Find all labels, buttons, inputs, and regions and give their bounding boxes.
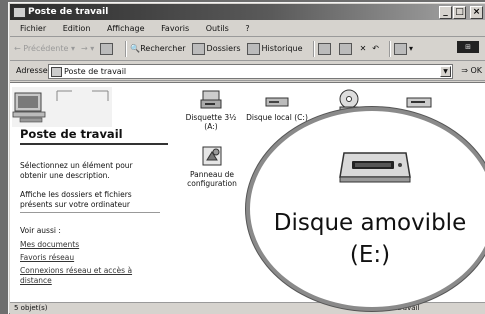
chevron-down-icon: ▾ [68,44,75,53]
link-my-documents[interactable]: Mes documents [20,240,160,250]
link-network-places[interactable]: Favoris réseau [20,253,160,263]
views-button[interactable]: ▾ [393,38,413,60]
see-also-heading: Voir aussi : [20,226,61,235]
toolbar-separator [388,41,390,57]
menu-affichage[interactable]: Affichage [107,24,145,33]
computer-icon [51,67,62,77]
status-object-count: 5 objet(s) [14,304,48,312]
info-description: Affiche les dossiers et fichiers présent… [20,190,160,213]
hard-disk-icon [265,97,289,107]
my-computer-icon [12,87,112,127]
search-button[interactable]: 🔍 Rechercher [130,38,185,60]
undo-button[interactable]: ↶ [372,38,379,60]
removable-drive-icon [406,97,432,108]
menu-help[interactable]: ? [245,24,249,33]
removable-disk-letter: (E:) [349,242,391,268]
window-controls: _ □ × [439,6,483,19]
copy-to-icon [338,43,352,55]
minimize-button[interactable]: _ [439,6,452,19]
magnified-label: Disque amovible (E:) [250,207,485,271]
history-label: Historique [261,44,303,53]
history-button[interactable]: Historique [246,38,303,60]
pane-title: Poste de travail [20,127,168,145]
link-network-connections[interactable]: Connexions réseau et accès à distance [20,266,160,286]
undo-icon: ↶ [372,44,379,53]
menu-edition[interactable]: Edition [63,24,91,33]
address-label: Adresse [16,66,48,75]
search-label: Rechercher [140,44,186,53]
search-icon: 🔍 [130,44,141,53]
magnified-removable-disk: Disque amovible (E:) [246,107,485,311]
forward-arrow-icon: → ▾ [80,44,95,53]
select-description: Sélectionnez un élément pour obtenir une… [20,161,133,180]
delete-icon: ✕ [359,44,367,53]
copy-to-button[interactable] [338,43,354,55]
removable-disk-item[interactable] [402,93,436,113]
back-label: Précédente [23,44,69,53]
control-panel-label: Panneau de configuration [187,170,237,188]
up-folder-button[interactable] [100,43,115,55]
removable-drive-icon [339,152,411,183]
go-arrow-icon: ⇒ [461,66,468,75]
address-bar: Adresse Poste de travail ▼ ⇒ OK [10,62,485,81]
menu-bar: Fichier Edition Affichage Favoris Outils… [10,21,485,53]
back-button[interactable]: ← Précédente ▾ [14,38,75,60]
address-dropdown-button[interactable]: ▼ [440,66,451,77]
forward-button[interactable]: → ▾ [81,38,94,60]
menu-favoris[interactable]: Favoris [161,24,189,33]
title-bar[interactable]: Poste de travail _ □ × [10,4,485,20]
folders-icon [191,43,205,55]
floppy-drive-label: Disquette 3½ (A:) [185,113,237,131]
toolbar-separator [125,41,127,57]
move-to-button[interactable] [317,43,333,55]
up-folder-icon [100,43,114,55]
window-title: Poste de travail [28,7,109,17]
delete-button[interactable]: ✕ [360,38,367,60]
address-value: Poste de travail [64,67,127,76]
standard-toolbar: ← Précédente ▾ → ▾ 🔍 Rechercher Dossiers… [10,38,485,61]
computer-icon [13,7,26,18]
close-button[interactable]: × [470,6,483,19]
go-label: OK [470,66,482,75]
chevron-down-icon: ▾ [408,44,413,53]
menu-fichier[interactable]: Fichier [20,24,46,33]
floppy-drive-icon [200,90,222,109]
local-disk-item[interactable]: Disque local (C:) [246,89,308,122]
maximize-button[interactable]: □ [453,6,466,19]
control-panel-item[interactable]: Panneau de configuration [181,144,243,188]
folders-label: Dossiers [206,44,241,53]
back-arrow-icon: ← [14,44,24,53]
go-button[interactable]: ⇒ OK [461,62,482,80]
move-to-icon [317,43,331,55]
menu-outils[interactable]: Outils [206,24,229,33]
address-field[interactable]: Poste de travail ▼ [48,64,453,79]
floppy-drive-item[interactable]: Disquette 3½ (A:) [181,89,241,131]
control-panel-icon [202,146,222,166]
web-view-pane: Poste de travail Sélectionnez un élément… [10,83,170,304]
views-icon [393,43,407,55]
local-disk-label: Disque local (C:) [246,113,308,122]
folders-button[interactable]: Dossiers [191,38,241,60]
toolbar-separator [312,41,314,57]
removable-disk-name: Disque amovible [273,210,467,236]
history-icon [246,43,260,55]
